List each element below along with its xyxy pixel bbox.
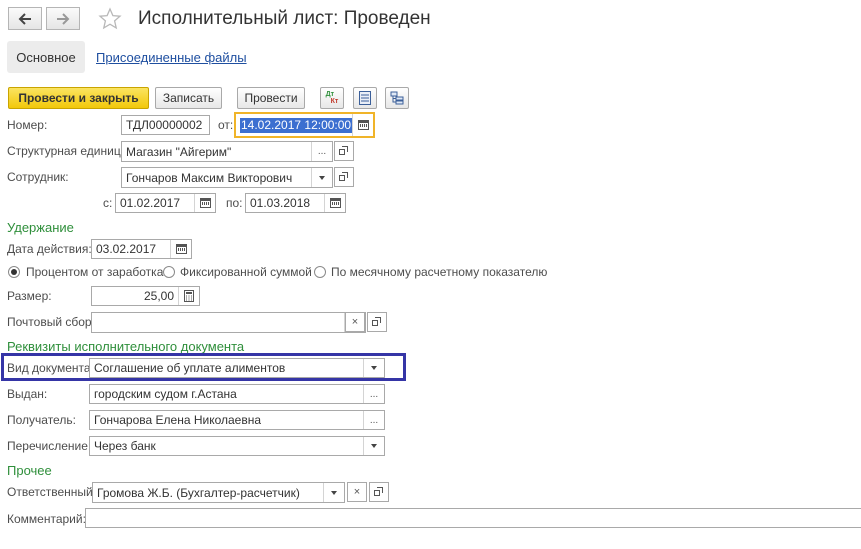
other-section-title: Прочее [7,463,52,478]
tab-main[interactable]: Основное [7,41,85,73]
recipient-select-button[interactable]: ... [363,411,384,429]
star-icon [98,7,122,30]
recipient-field[interactable]: Гончарова Елена Николаевна ... [89,410,385,430]
size-label: Размер: [7,289,52,303]
transfer-dropdown-button[interactable] [363,437,384,455]
comment-field[interactable] [85,508,861,528]
ellipsis-icon: ... [317,146,327,157]
postal-fee-label: Почтовый сбор: [7,315,95,329]
chevron-down-icon [371,444,377,448]
deduction-section-title: Удержание [7,220,74,235]
document-kind-dropdown-button[interactable] [363,359,384,377]
document-kind-field[interactable]: Соглашение об уплате алиментов [89,358,385,378]
dt-kt-icon: Дт Кт [325,91,339,105]
document-kind-label: Вид документа: [7,361,94,375]
period-from-field[interactable]: 01.02.2017 [115,193,216,213]
unit-field[interactable]: Магазин "Айгерим" ... [121,141,333,162]
list-icon [359,91,371,105]
recipient-label: Получатель: [7,413,76,427]
calendar-icon [175,244,187,254]
radio-percent-label[interactable]: Процентом от заработка [26,265,163,279]
period-from-calendar-button[interactable] [194,194,215,212]
forward-button[interactable] [46,7,80,30]
action-date-label: Дата действия: [7,242,92,256]
open-icon [374,487,384,497]
chevron-down-icon [371,366,377,370]
hierarchy-icon [390,91,404,105]
arrow-right-icon [57,12,70,25]
chevron-down-icon [319,175,325,180]
comment-label: Комментарий: [7,512,86,526]
tab-attached-files[interactable]: Присоединенные файлы [96,50,247,65]
radio-percent[interactable] [8,266,20,278]
employee-open-button[interactable] [334,167,354,187]
unit-select-button[interactable]: ... [311,142,332,161]
responsible-dropdown-button[interactable] [323,483,344,502]
employee-field[interactable]: Гончаров Максим Викторович [121,167,333,188]
date-field[interactable]: 14.02.2017 12:00:00 [234,112,375,138]
date-calendar-button[interactable] [352,114,373,136]
ellipsis-icon: ... [369,388,379,400]
structure-button[interactable] [385,87,409,109]
responsible-open-button[interactable] [369,482,389,502]
issued-field[interactable]: городским судом г.Астана ... [89,384,385,404]
radio-fixed[interactable] [163,266,175,278]
issued-label: Выдан: [7,387,48,401]
open-icon [339,146,349,156]
employee-dropdown-button[interactable] [311,168,332,187]
document-section-title: Реквизиты исполнительного документа [7,339,245,354]
back-button[interactable] [8,7,42,30]
responsible-clear-button[interactable]: × [347,482,367,502]
period-from-label: с: [103,196,113,210]
save-button[interactable]: Записать [155,87,222,109]
unit-label: Структурная единица: [7,144,131,158]
action-date-calendar-button[interactable] [170,240,191,258]
radio-fixed-label[interactable]: Фиксированной суммой [180,265,312,279]
period-to-label: по: [226,196,243,210]
close-icon: × [351,316,359,328]
transfer-label: Перечисление: [7,439,92,453]
calendar-icon [357,120,369,130]
employee-label: Сотрудник: [7,170,69,184]
transfer-field[interactable]: Через банк [89,436,385,456]
post-button[interactable]: Провести [237,87,305,109]
open-icon [372,317,382,327]
size-calculator-button[interactable] [178,287,199,305]
calendar-icon [329,198,341,208]
issued-select-button[interactable]: ... [363,385,384,403]
responsible-field[interactable]: Громова Ж.Б. (Бухгалтер-расчетчик) [92,482,345,503]
postal-fee-field[interactable] [91,312,366,333]
radio-monthly-indicator[interactable] [314,266,326,278]
ellipsis-icon: ... [369,414,379,426]
period-to-calendar-button[interactable] [324,194,345,212]
dt-kt-button[interactable]: Дт Кт [320,87,344,109]
period-to-field[interactable]: 01.03.2018 [245,193,346,213]
radio-monthly-indicator-label[interactable]: По месячному расчетному показателю [331,265,547,279]
calculator-icon [184,290,194,302]
date-label: от: [218,118,234,132]
calendar-icon [199,198,211,208]
page-title: Исполнительный лист: Проведен [138,8,431,29]
favorite-button[interactable] [98,7,122,34]
size-field[interactable]: 25,00 [91,286,200,306]
chevron-down-icon [331,490,337,495]
open-icon [339,172,349,182]
number-label: Номер: [7,118,48,132]
close-icon: × [353,486,361,498]
number-field[interactable]: ТДЛ00000002 [121,115,210,135]
unit-open-button[interactable] [334,141,354,161]
responsible-label: Ответственный: [7,485,97,499]
action-date-field[interactable]: 03.02.2017 [91,239,192,259]
report-button[interactable] [353,87,377,109]
arrow-left-icon [18,12,31,25]
postal-fee-clear-button[interactable]: × [345,312,365,332]
post-and-close-button[interactable]: Провести и закрыть [8,87,149,109]
postal-fee-open-button[interactable] [367,312,387,332]
